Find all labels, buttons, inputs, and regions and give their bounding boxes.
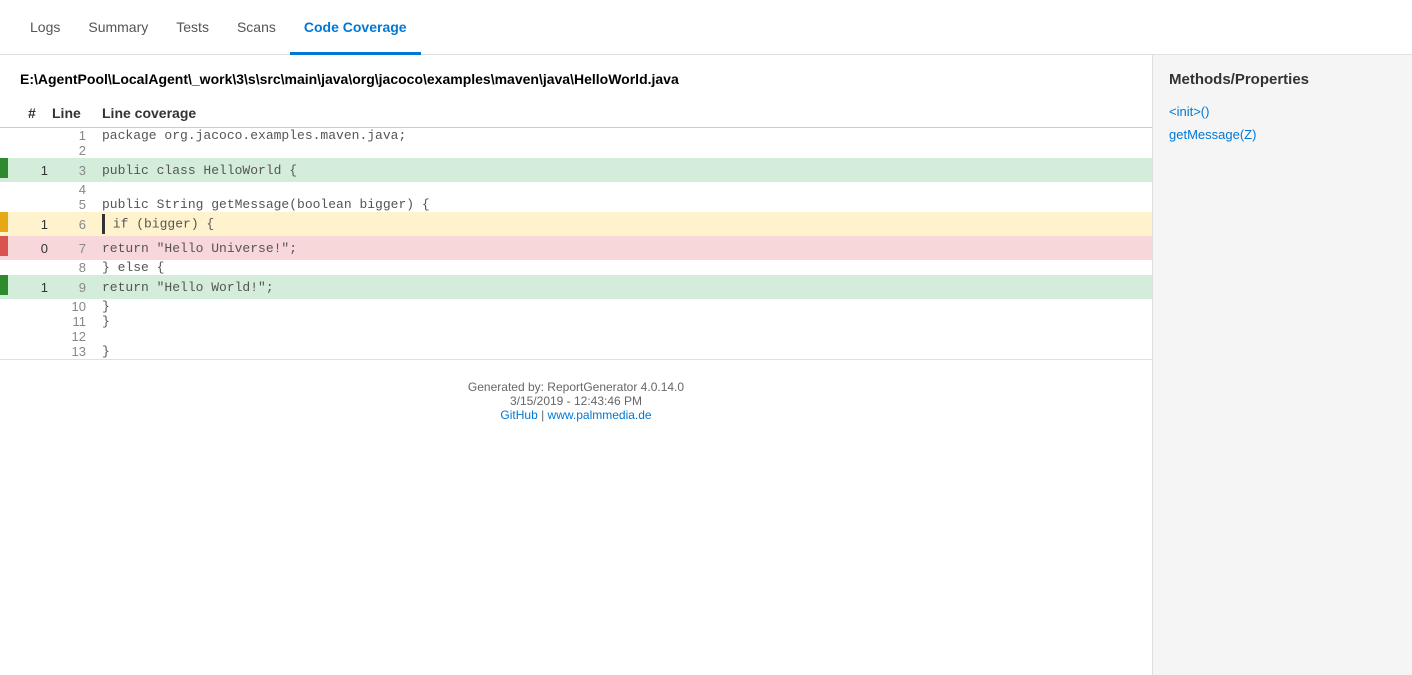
table-row: 13} <box>0 344 1152 359</box>
count-cell: 1 <box>28 275 52 299</box>
code-cell <box>102 182 1152 197</box>
nav-logs[interactable]: Logs <box>16 0 74 55</box>
footer-line1: Generated by: ReportGenerator 4.0.14.0 <box>20 380 1132 394</box>
table-row: 12 <box>0 329 1152 344</box>
sidebar-method-link[interactable]: <init>() <box>1169 104 1396 119</box>
code-cell <box>102 143 1152 158</box>
count-cell: 0 <box>28 236 52 260</box>
code-cell: package org.jacoco.examples.maven.java; <box>102 128 1152 144</box>
code-cell: public class HelloWorld { <box>102 158 1152 182</box>
line-num-cell: 1 <box>52 128 102 144</box>
coverage-bar-cell <box>0 260 28 275</box>
content-area: E:\AgentPool\LocalAgent\_work\3\s\src\ma… <box>0 55 1152 675</box>
code-cell: if (bigger) { <box>102 212 1152 236</box>
table-row: 13public class HelloWorld { <box>0 158 1152 182</box>
coverage-bar-cell <box>0 236 28 260</box>
code-cell: } else { <box>102 260 1152 275</box>
coverage-bar-cell <box>0 329 28 344</box>
main-layout: E:\AgentPool\LocalAgent\_work\3\s\src\ma… <box>0 55 1412 675</box>
footer-line2: 3/15/2019 - 12:43:46 PM <box>20 394 1132 408</box>
col-header-coverage: Line coverage <box>102 99 1152 128</box>
table-row: 19 return "Hello World!"; <box>0 275 1152 299</box>
coverage-bar-cell <box>0 314 28 329</box>
col-header-bar <box>0 99 28 128</box>
coverage-bar-cell <box>0 299 28 314</box>
line-num-cell: 2 <box>52 143 102 158</box>
sidebar-title: Methods/Properties <box>1169 71 1396 88</box>
code-cell: return "Hello World!"; <box>102 275 1152 299</box>
code-cell: } <box>102 314 1152 329</box>
line-num-cell: 9 <box>52 275 102 299</box>
line-num-cell: 8 <box>52 260 102 275</box>
line-num-cell: 12 <box>52 329 102 344</box>
code-cell: } <box>102 299 1152 314</box>
coverage-bar-cell <box>0 128 28 144</box>
footer-github-link[interactable]: GitHub <box>500 408 537 422</box>
table-row: 16 if (bigger) { <box>0 212 1152 236</box>
table-row: 11 } <box>0 314 1152 329</box>
table-row: 8 } else { <box>0 260 1152 275</box>
sidebar-method-link[interactable]: getMessage(Z) <box>1169 127 1396 142</box>
count-cell <box>28 197 52 212</box>
nav-bar: Logs Summary Tests Scans Code Coverage <box>0 0 1412 55</box>
count-cell <box>28 344 52 359</box>
sidebar: Methods/Properties <init>() getMessage(Z) <box>1152 55 1412 675</box>
coverage-bar-cell <box>0 143 28 158</box>
coverage-bar-cell <box>0 158 28 182</box>
coverage-bar-cell <box>0 275 28 299</box>
table-row: 2 <box>0 143 1152 158</box>
count-cell: 1 <box>28 212 52 236</box>
table-row: 5 public String getMessage(boolean bigge… <box>0 197 1152 212</box>
footer-website-link[interactable]: www.palmmedia.de <box>548 408 652 422</box>
line-num-cell: 10 <box>52 299 102 314</box>
code-cell <box>102 329 1152 344</box>
nav-scans[interactable]: Scans <box>223 0 290 55</box>
line-num-cell: 6 <box>52 212 102 236</box>
line-num-cell: 11 <box>52 314 102 329</box>
current-line-marker <box>102 214 105 234</box>
table-row: 1package org.jacoco.examples.maven.java; <box>0 128 1152 144</box>
count-cell <box>28 299 52 314</box>
footer-links: GitHub | www.palmmedia.de <box>20 408 1132 422</box>
footer: Generated by: ReportGenerator 4.0.14.0 3… <box>0 359 1152 442</box>
count-cell <box>28 182 52 197</box>
coverage-bar-cell <box>0 182 28 197</box>
code-table: # Line Line coverage 1package org.jacoco… <box>0 99 1152 359</box>
line-num-cell: 13 <box>52 344 102 359</box>
table-row: 07 return "Hello Universe!"; <box>0 236 1152 260</box>
nav-code-coverage[interactable]: Code Coverage <box>290 0 421 55</box>
count-cell <box>28 329 52 344</box>
coverage-bar-cell <box>0 344 28 359</box>
code-cell: } <box>102 344 1152 359</box>
nav-summary[interactable]: Summary <box>74 0 162 55</box>
line-num-cell: 3 <box>52 158 102 182</box>
code-cell: return "Hello Universe!"; <box>102 236 1152 260</box>
table-row: 10 } <box>0 299 1152 314</box>
count-cell <box>28 260 52 275</box>
table-row: 4 <box>0 182 1152 197</box>
line-num-cell: 5 <box>52 197 102 212</box>
nav-tests[interactable]: Tests <box>162 0 223 55</box>
col-header-hash: # <box>28 99 52 128</box>
count-cell <box>28 314 52 329</box>
line-num-cell: 7 <box>52 236 102 260</box>
sidebar-links: <init>() getMessage(Z) <box>1169 104 1396 142</box>
count-cell <box>28 143 52 158</box>
count-cell <box>28 128 52 144</box>
col-header-line: Line <box>52 99 102 128</box>
line-num-cell: 4 <box>52 182 102 197</box>
coverage-bar-cell <box>0 212 28 236</box>
file-path: E:\AgentPool\LocalAgent\_work\3\s\src\ma… <box>0 55 1152 99</box>
code-cell: public String getMessage(boolean bigger)… <box>102 197 1152 212</box>
coverage-bar-cell <box>0 197 28 212</box>
count-cell: 1 <box>28 158 52 182</box>
